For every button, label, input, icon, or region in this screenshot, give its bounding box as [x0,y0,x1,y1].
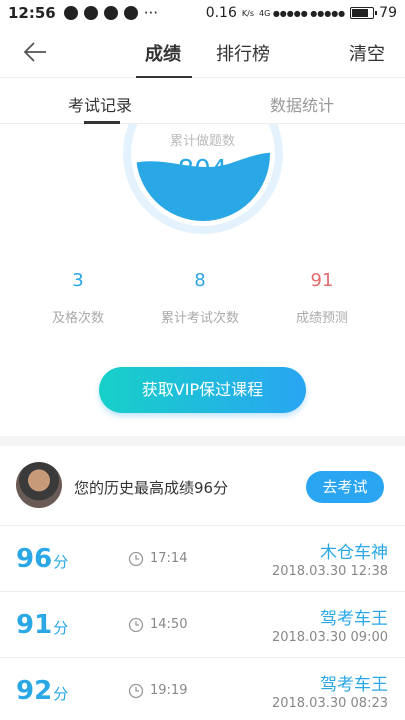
score-unit: 分 [53,685,69,703]
record-duration: 17:14 [150,551,188,566]
clock-icon [128,551,144,567]
network-speed: 0.16 [205,5,237,21]
record-duration: 19:19 [150,683,188,698]
record-title: 驾考车王 [320,675,388,695]
more-notifications-icon: ··· [143,4,159,22]
record-date: 2018.03.30 08:23 [271,696,388,711]
list-item[interactable]: 96分 17:14 木仓车神 2018.03.30 12:38 [0,526,405,592]
score-value: 92 [16,676,53,706]
paw-icon [123,6,138,20]
stat-pass-count: 3 及格次数 [23,270,133,326]
notification-icons: ··· [63,4,159,22]
gauge-value: 804 [177,155,228,185]
tab-ranking[interactable]: 排行榜 [216,40,270,66]
section-divider [0,436,405,446]
bell-icon [103,6,118,20]
status-right: 0.16 K/s 4G ●●●●● ●●●●● 79 [206,5,397,21]
clock-icon [128,683,144,699]
stat-exam-count: 8 累计考试次数 [145,270,255,326]
score-unit: 分 [53,553,69,571]
speed-unit: K/s [241,8,254,18]
stat-value: 8 [194,270,206,291]
stat-value: 3 [72,270,84,291]
record-score: 91分 [16,610,68,640]
record-title: 木仓车神 [320,543,388,563]
battery-level: 79 [379,5,397,21]
score-value: 91 [16,610,53,640]
list-item[interactable]: 92分 19:19 驾考车王 2018.03.30 08:23 [0,658,405,720]
record-date: 2018.03.30 09:00 [271,630,388,645]
best-score-text: 您的历史最高成绩96分 [74,479,229,497]
record-title: 驾考车王 [320,609,388,629]
clear-button[interactable]: 清空 [349,40,385,66]
score-value: 96 [16,544,53,574]
record-score: 92分 [16,676,68,706]
stat-label: 累计考试次数 [160,311,239,326]
top-nav: 成绩 排行榜 清空 [0,26,405,78]
avatar [16,462,62,508]
active-subtab-indicator [84,121,120,124]
app-icon [83,6,98,20]
back-arrow-icon[interactable] [22,40,48,64]
exam-score-screen: 12:56 ··· 0.16 K/s 4G ●●●●● ●●●●● 79 成绩 … [0,0,405,720]
status-time: 12:56 [8,4,56,22]
battery-icon [350,7,378,19]
score-unit: 分 [53,619,69,637]
status-bar: 12:56 ··· 0.16 K/s 4G ●●●●● ●●●●● 79 [0,0,405,26]
stat-score-prediction: 91 成绩预测 [267,270,377,326]
record-score: 96分 [16,544,68,574]
stat-label: 成绩预测 [295,311,348,326]
clock-icon [128,617,144,633]
chat-icon [63,6,78,20]
list-item[interactable]: 91分 14:50 驾考车王 2018.03.30 09:00 [0,592,405,658]
take-exam-button[interactable]: 去考试 [306,471,384,503]
record-date: 2018.03.30 12:38 [271,564,388,579]
gauge-label: 累计做题数 [169,134,235,149]
stat-value: 91 [310,270,334,291]
tab-score[interactable]: 成绩 [145,40,181,66]
record-duration: 14:50 [150,617,188,632]
stat-label: 及格次数 [51,311,104,326]
best-score-row: 您的历史最高成绩96分 去考试 [0,446,405,526]
signal-icon: 4G ●●●●● ●●●●● [258,8,346,18]
get-vip-course-button[interactable]: 获取VIP保过课程 [99,367,306,413]
